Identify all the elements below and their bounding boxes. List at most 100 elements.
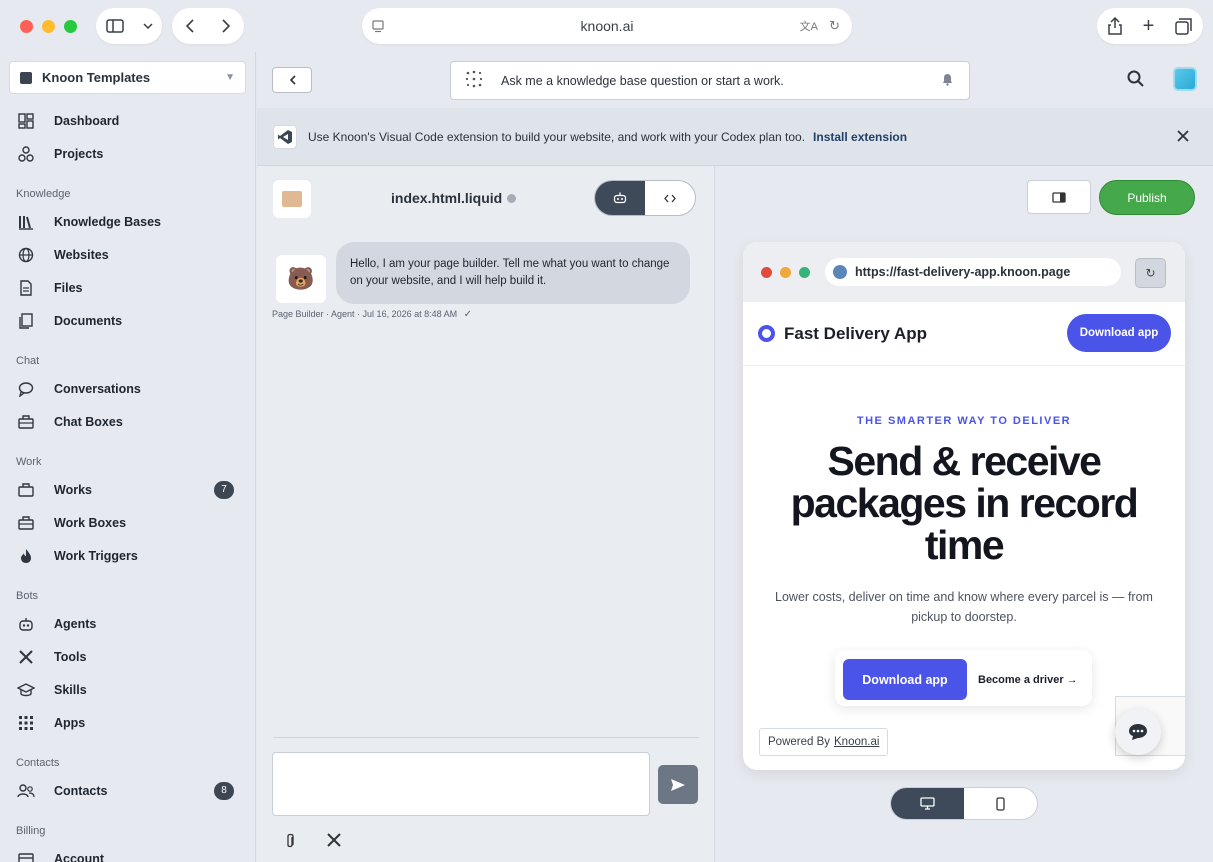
mobile-view-button[interactable]: [964, 788, 1037, 819]
workspace-icon: [20, 71, 32, 84]
checkmark-icon: ✓: [463, 309, 473, 320]
forward-arrow-icon[interactable]: [222, 19, 230, 33]
documents-icon: [16, 311, 36, 331]
bell-icon[interactable]: [942, 73, 953, 89]
vscode-icon: [273, 124, 297, 149]
close-window-button[interactable]: [20, 19, 33, 33]
reload-button[interactable]: ↻: [1135, 258, 1166, 288]
tabs-overview-icon[interactable]: [1175, 17, 1193, 35]
sidebar-toggle-group: [96, 8, 162, 44]
sparkle-dots-icon: [465, 70, 487, 91]
nav-download-button[interactable]: Download app: [1067, 314, 1171, 352]
sidebar-item-chat-boxes[interactable]: Chat Boxes: [0, 405, 255, 438]
powered-by-link[interactable]: Knoon.ai: [834, 736, 879, 748]
desktop-icon: [920, 797, 935, 810]
folder-icon: [273, 180, 311, 218]
section-heading-knowledge: Knowledge: [16, 188, 71, 200]
new-tab-icon[interactable]: +: [1143, 15, 1155, 38]
preview-url-bar[interactable]: https://fast-delivery-app.knoon.page: [825, 258, 1121, 286]
address-bar[interactable]: knoon.ai 文A ↻: [362, 8, 852, 44]
mobile-icon: [996, 796, 1005, 811]
section-heading-billing: Billing: [16, 825, 46, 837]
sidebar-item-conversations[interactable]: Conversations: [0, 372, 255, 405]
agent-mode-button[interactable]: [595, 181, 645, 215]
logo-icon: [758, 325, 775, 342]
back-arrow-icon[interactable]: [186, 19, 194, 33]
desktop-view-button[interactable]: [891, 788, 964, 819]
robot-icon: [16, 614, 36, 634]
chevron-down-icon[interactable]: [142, 23, 153, 29]
ask-input[interactable]: Ask me a knowledge base question or star…: [450, 61, 970, 100]
hero-eyebrow: THE SMARTER WAY TO DELIVER: [856, 415, 1072, 427]
share-icon[interactable]: [1107, 17, 1122, 35]
main-header: Ask me a knowledge base question or star…: [257, 52, 1213, 108]
projects-icon: [16, 144, 36, 164]
translate-icon[interactable]: 文A: [800, 18, 818, 34]
sidebar-item-label: Knowledge Bases: [54, 214, 161, 229]
sidebar-item-files[interactable]: Files: [0, 271, 255, 304]
sidebar-item-work-triggers[interactable]: Work Triggers: [0, 539, 255, 572]
sidebar-item-label: Chat Boxes: [54, 414, 123, 429]
chat-widget-button[interactable]: [1115, 709, 1161, 755]
sidebar-item-knowledge-bases[interactable]: Knowledge Bases: [0, 205, 255, 238]
send-button[interactable]: [658, 765, 698, 804]
preview-pane: Publish https://fast-delivery-app.knoon.…: [715, 166, 1213, 862]
globe-icon: [16, 245, 36, 265]
section-heading-contacts: Contacts: [16, 757, 60, 769]
history-nav: [172, 8, 244, 44]
sidebar: Knoon Templates ▼ Dashboard Projects Kno…: [0, 52, 256, 862]
sidebar-item-websites[interactable]: Websites: [0, 238, 255, 271]
sidebar-item-label: Works: [54, 482, 92, 497]
code-mode-button[interactable]: [645, 181, 695, 215]
sidebar-item-label: Documents: [54, 313, 123, 328]
hero-section: THE SMARTER WAY TO DELIVER Send & receiv…: [743, 366, 1185, 770]
chat-bubble-icon: [1129, 724, 1147, 740]
sidebar-item-contacts[interactable]: Contacts 8: [0, 774, 255, 807]
send-icon: [671, 778, 685, 791]
sidebar-item-apps[interactable]: Apps: [0, 706, 255, 739]
sidebar-item-label: Apps: [54, 715, 86, 730]
sidebar-item-label: Projects: [54, 146, 104, 161]
file-icon: [16, 278, 36, 298]
preview-window-dots: [761, 266, 810, 278]
sidebar-item-projects[interactable]: Projects: [0, 137, 255, 170]
back-button[interactable]: [272, 67, 312, 93]
people-icon: [16, 781, 36, 801]
paperclip-icon[interactable]: [285, 833, 295, 853]
sidebar-item-label: Work Triggers: [54, 548, 138, 563]
tools-icon[interactable]: [327, 833, 341, 852]
workspace-select[interactable]: Knoon Templates ▼: [9, 61, 246, 94]
user-avatar[interactable]: [1173, 67, 1197, 91]
sidebar-item-skills[interactable]: Skills: [0, 673, 255, 706]
close-icon[interactable]: [1177, 126, 1189, 147]
publish-button[interactable]: Publish: [1099, 180, 1195, 215]
sidebar-toggle-icon[interactable]: [105, 19, 124, 33]
sidebar-item-documents[interactable]: Documents: [0, 304, 255, 337]
device-toggle: [890, 787, 1038, 820]
layout-toggle-button[interactable]: [1027, 180, 1091, 214]
sidebar-item-dashboard[interactable]: Dashboard: [0, 104, 255, 137]
download-app-button[interactable]: Download app: [843, 659, 967, 700]
become-driver-link[interactable]: Become a driver →: [978, 659, 1088, 700]
divider: [273, 737, 699, 738]
reload-icon[interactable]: ↻: [829, 18, 840, 34]
chat-panel: index.html.liquid 🐻 Hello, I am your pag…: [257, 166, 714, 862]
code-icon: [664, 194, 676, 202]
powered-by-badge[interactable]: Powered By Knoon.ai: [759, 728, 889, 756]
sidebar-item-works[interactable]: Works 7: [0, 473, 255, 506]
extension-banner: Use Knoon's Visual Code extension to bui…: [257, 108, 1213, 166]
sidebar-item-account[interactable]: Account: [0, 842, 255, 862]
sidebar-item-work-boxes[interactable]: Work Boxes: [0, 506, 255, 539]
message-input[interactable]: [272, 752, 650, 816]
sidebar-item-label: Skills: [54, 682, 87, 697]
sidebar-item-label: Work Boxes: [54, 515, 127, 530]
zoom-window-button[interactable]: [64, 19, 77, 33]
sidebar-item-agents[interactable]: Agents: [0, 607, 255, 640]
sidebar-item-tools[interactable]: Tools: [0, 640, 255, 673]
panel-layout-icon: [1052, 191, 1066, 203]
search-icon[interactable]: [1127, 70, 1144, 92]
install-extension-link[interactable]: Install extension: [813, 130, 907, 144]
count-badge: 7: [214, 480, 234, 499]
minimize-window-button[interactable]: [42, 19, 55, 33]
browser-actions: +: [1097, 8, 1203, 44]
